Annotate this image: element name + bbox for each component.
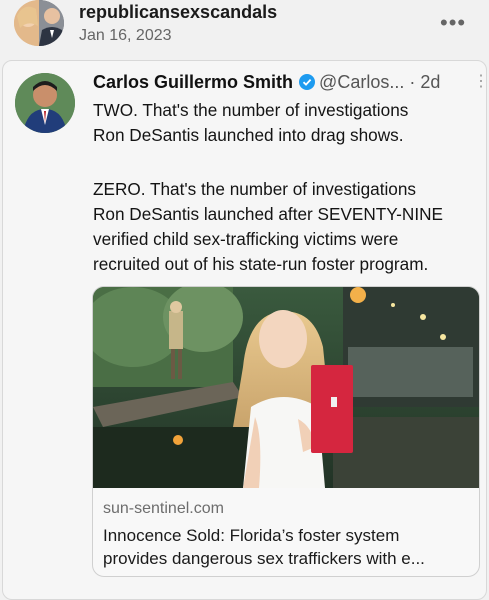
tweet-text-line: recruited out of his state-run foster pr…: [93, 254, 429, 274]
link-title-line: provides dangerous sex traffickers with …: [103, 549, 425, 568]
tweet-text-line: TWO. That's the number of investigations: [93, 100, 409, 120]
tweet-author-avatar[interactable]: [15, 73, 75, 133]
tweet-avatar-photo: [15, 73, 75, 133]
tweet-handle[interactable]: @Carlos...: [319, 72, 404, 92]
tweet-text-paragraph-1: TWO. That's the number of investigations…: [93, 98, 478, 148]
tweet-menu-icon[interactable]: ⋮: [473, 71, 489, 91]
tweet-author-name[interactable]: Carlos Guillermo Smith: [93, 72, 293, 92]
quoted-tweet-card[interactable]: Carlos Guillermo Smith @Carlos... · 2d ⋮ …: [2, 60, 489, 600]
tweet-text-line: ZERO. That's the number of investigation…: [93, 179, 416, 199]
link-title-line: Innocence Sold: Florida’s foster system: [103, 526, 400, 545]
link-title[interactable]: Innocence Sold: Florida’s foster system …: [103, 524, 469, 570]
tweet-timestamp[interactable]: 2d: [420, 72, 440, 92]
author-name[interactable]: republicansexscandals: [79, 2, 277, 23]
tweet-text-line: verified child sex-trafficking victims w…: [93, 229, 399, 249]
link-domain: sun-sentinel.com: [103, 500, 224, 517]
avatar-photo: [14, 0, 64, 46]
post-header: republicansexscandals Jan 16, 2023 •••: [0, 0, 489, 58]
link-preview-card[interactable]: sun-sentinel.com Innocence Sold: Florida…: [92, 286, 480, 577]
post-date: Jan 16, 2023: [79, 27, 172, 44]
link-preview-image: [93, 287, 479, 488]
verified-badge-icon: [299, 74, 316, 90]
tweet-text-line: Ron DeSantis launched after SEVENTY-NINE: [93, 204, 443, 224]
tweet-separator: ·: [409, 72, 416, 92]
more-horizontal-icon[interactable]: •••: [440, 10, 466, 36]
author-avatar[interactable]: [14, 0, 64, 46]
tweet-header: Carlos Guillermo Smith @Carlos... · 2d: [93, 72, 440, 93]
tweet-text-paragraph-2: ZERO. That's the number of investigation…: [93, 177, 478, 277]
tweet-text-line: Ron DeSantis launched into drag shows.: [93, 125, 404, 145]
